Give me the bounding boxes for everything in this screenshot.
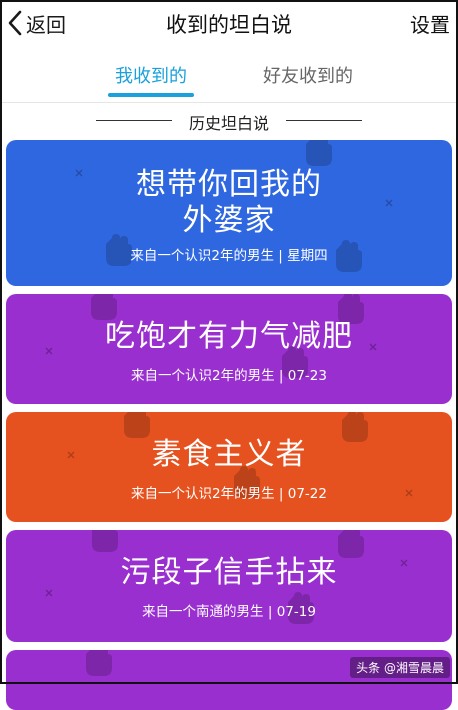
- confession-card[interactable]: 想带你回我的 外婆家 来自一个认识2年的男生 | 星期四: [6, 140, 452, 286]
- fist-icon: [86, 650, 112, 676]
- tab-bar: 我收到的 好友收到的: [0, 52, 458, 103]
- fist-icon: [124, 412, 150, 438]
- fist-icon: [306, 140, 332, 166]
- tab-my-received[interactable]: 我收到的: [108, 62, 194, 88]
- section-title: 历史坦白说: [188, 114, 269, 133]
- card-subtitle: 来自一个南通的男生 | 07-19: [142, 604, 316, 620]
- active-tab-indicator: [108, 93, 194, 97]
- section-header: 历史坦白说: [0, 106, 458, 136]
- navigation-bar: 返回 收到的坦白说 设置: [0, 0, 458, 46]
- card-title-line2: 外婆家: [182, 203, 276, 238]
- tab-friends-received[interactable]: 好友收到的: [256, 62, 360, 88]
- card-subtitle: 来自一个认识2年的男生 | 07-22: [131, 486, 327, 502]
- card-subtitle: 来自一个认识2年的男生 | 07-23: [131, 368, 327, 384]
- settings-button[interactable]: 设置: [410, 9, 450, 38]
- watermark: 头条 @湘雪晨晨: [350, 657, 450, 678]
- divider-right: [286, 120, 362, 121]
- card-title-line1: 想带你回我的: [136, 167, 322, 202]
- fist-icon: [91, 294, 117, 320]
- confession-card[interactable]: 素食主义者 来自一个认识2年的男生 | 07-22: [6, 412, 452, 522]
- page-title: 收到的坦白说: [166, 13, 292, 37]
- card-subtitle: 来自一个认识2年的男生 | 星期四: [130, 248, 328, 264]
- card-title: 污段子信手拈来: [120, 555, 338, 590]
- confession-card[interactable]: 污段子信手拈来 来自一个南通的男生 | 07-19: [6, 530, 452, 642]
- fist-icon: [92, 530, 118, 552]
- card-title: 吃饱才有力气减肥: [105, 319, 353, 354]
- card-title: 素食主义者: [151, 437, 307, 472]
- confession-card[interactable]: 吃饱才有力气减肥 来自一个认识2年的男生 | 07-23: [6, 294, 452, 404]
